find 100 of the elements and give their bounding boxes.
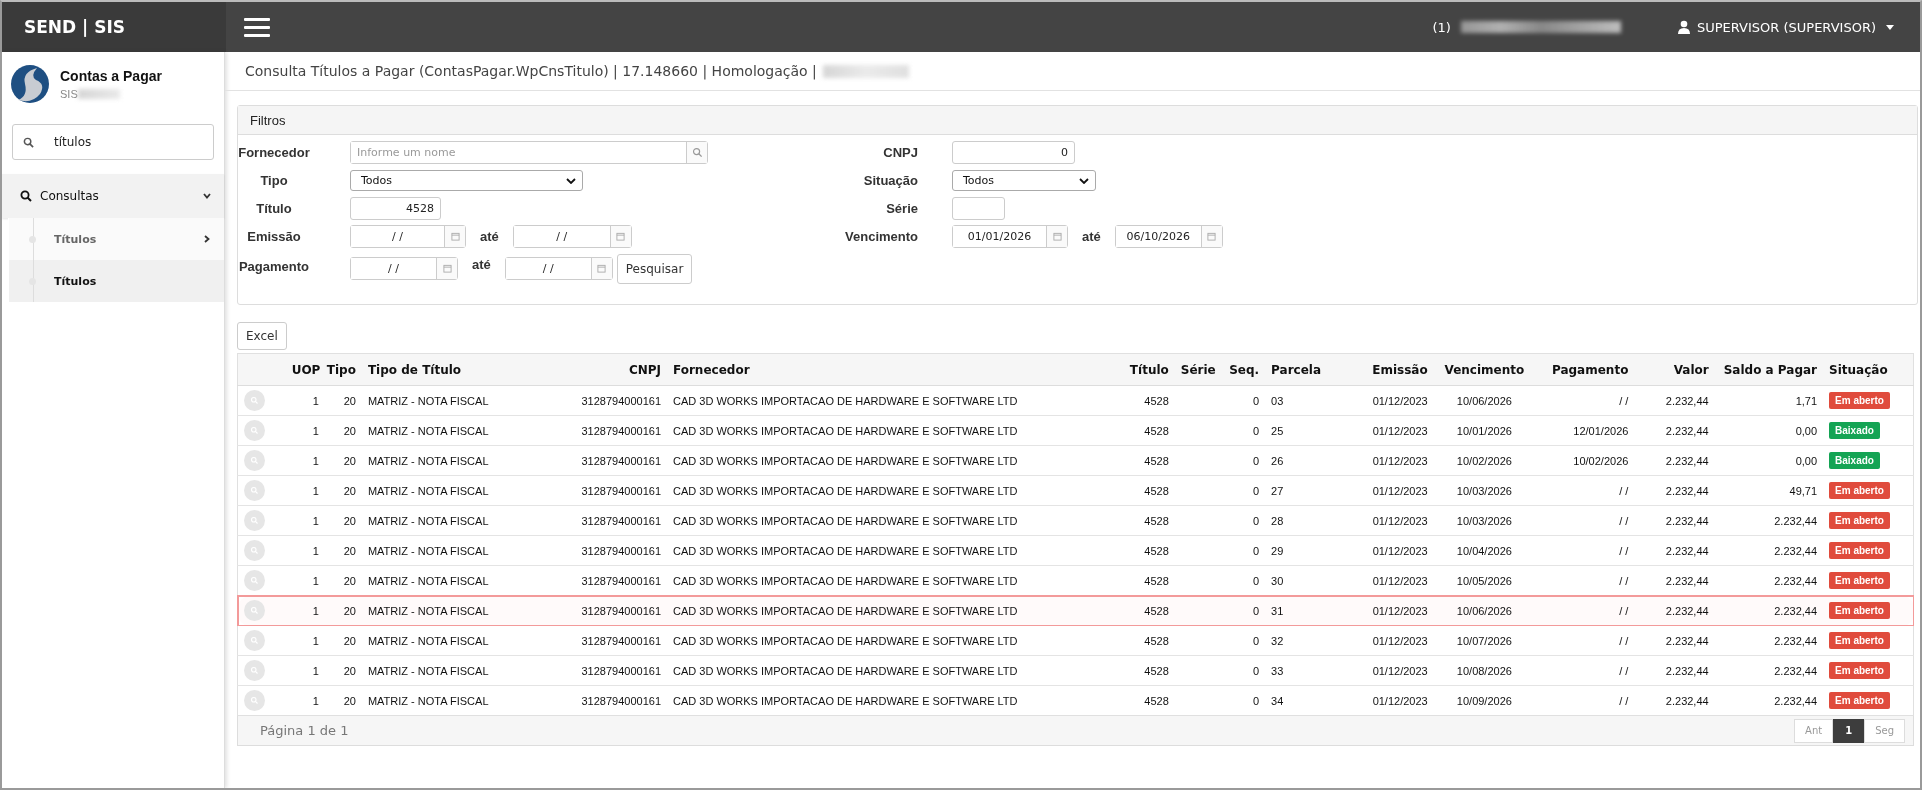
table-cell: 1 — [312, 514, 319, 527]
notification-count: (1) — [1432, 19, 1451, 35]
table-cell: 31 — [1271, 604, 1284, 617]
field-label: Emissão — [246, 229, 302, 244]
search-icon — [250, 486, 259, 495]
table-row[interactable]: 1 20 MATRIZ - NOTA FISCAL 3128794000161 CAD 3D WORKS IMPORTACAO DE HARDWARE E SOFTWARE LTD 4528 0 27 01/12/2023 10/03/2026 / / 2.232,44 49,71 Em aberto — [237, 475, 1914, 506]
user-icon — [1676, 20, 1691, 34]
table-cell: 27 — [1271, 484, 1284, 497]
table-cell: MATRIZ - NOTA FISCAL — [367, 604, 489, 617]
date-field[interactable]: / / — [512, 225, 632, 248]
table-cell: 0 — [1253, 544, 1260, 557]
menu-group[interactable]: Consultas — [2, 174, 224, 218]
table-cell: 1,71 — [1795, 394, 1818, 407]
table-cell: 01/12/2023 — [1372, 664, 1428, 677]
cnpj-field[interactable]: 0 — [952, 141, 1075, 164]
view-button[interactable] — [244, 480, 265, 501]
table-row[interactable]: 1 20 MATRIZ - NOTA FISCAL 3128794000161 CAD 3D WORKS IMPORTACAO DE HARDWARE E SOFTWARE LTD 4528 0 30 01/12/2023 10/05/2026 / / 2.232,44 2.232,44 Em aberto — [237, 565, 1914, 596]
date-field[interactable]: / / — [350, 225, 466, 248]
date-field[interactable]: 01/01/2026 — [952, 225, 1068, 248]
page-button[interactable]: 1 — [1833, 718, 1865, 743]
title-number-field[interactable]: 4528 — [350, 197, 441, 220]
view-button[interactable] — [244, 600, 265, 621]
menu-search-field[interactable]: títulos — [12, 124, 214, 160]
date-field[interactable]: 06/10/2026 — [1114, 225, 1223, 248]
blurred-text — [77, 89, 120, 99]
table-row[interactable]: 1 20 MATRIZ - NOTA FISCAL 3128794000161 CAD 3D WORKS IMPORTACAO DE HARDWARE E SOFTWARE LTD 4528 0 32 01/12/2023 10/07/2026 / / 2.232,44 2.232,44 Em aberto — [237, 625, 1914, 656]
calendar-icon — [597, 264, 607, 273]
view-button[interactable] — [244, 420, 265, 441]
table-cell: 1 — [312, 694, 319, 707]
table-cell: 2.232,44 — [1665, 454, 1709, 467]
table-cell: CAD 3D WORKS IMPORTACAO DE HARDWARE E SOFTWARE LTD — [673, 544, 1018, 557]
column-header: CNPJ — [568, 353, 665, 386]
table-cell: 2.232,44 — [1665, 574, 1709, 587]
column-header: UOP — [287, 353, 323, 386]
view-button[interactable] — [244, 540, 265, 561]
table-row[interactable]: 1 20 MATRIZ - NOTA FISCAL 3128794000161 CAD 3D WORKS IMPORTACAO DE HARDWARE E SOFTWARE LTD 4528 0 28 01/12/2023 10/03/2026 / / 2.232,44 2.232,44 Em aberto — [237, 505, 1914, 536]
search-icon — [250, 666, 259, 675]
table-cell: 2.232,44 — [1665, 664, 1709, 677]
table-cell: 01/12/2023 — [1372, 394, 1428, 407]
table-cell: 1 — [312, 394, 319, 407]
module-subtitle: SIS — [60, 88, 78, 100]
date-field[interactable]: / / — [504, 257, 613, 280]
date-field[interactable]: / / — [350, 257, 458, 280]
table-cell: 33 — [1271, 664, 1284, 677]
search-icon — [250, 576, 259, 585]
table-cell: 2.232,44 — [1665, 514, 1709, 527]
table-cell: 10/07/2026 — [1456, 634, 1512, 647]
calendar-icon — [616, 232, 626, 241]
table-row[interactable]: 1 20 MATRIZ - NOTA FISCAL 3128794000161 CAD 3D WORKS IMPORTACAO DE HARDWARE E SOFTWARE LTD 4528 0 29 01/12/2023 10/04/2026 / / 2.232,44 2.232,44 Em aberto — [237, 535, 1914, 566]
table-cell: 4528 — [1144, 574, 1169, 587]
view-button[interactable] — [244, 450, 265, 471]
status-select[interactable]: Todos — [952, 170, 1096, 191]
table-row[interactable]: 1 20 MATRIZ - NOTA FISCAL 3128794000161 CAD 3D WORKS IMPORTACAO DE HARDWARE E SOFTWARE LTD 4528 0 03 01/12/2023 10/06/2026 / / 2.232,44 1,71 Em aberto — [237, 385, 1914, 416]
view-button[interactable] — [244, 390, 265, 411]
table-cell: CAD 3D WORKS IMPORTACAO DE HARDWARE E SOFTWARE LTD — [673, 484, 1018, 497]
table-cell: 4528 — [1144, 514, 1169, 527]
search-button[interactable]: Pesquisar — [616, 254, 693, 284]
table-cell: 2.232,44 — [1665, 604, 1709, 617]
table-cell: 2.232,44 — [1665, 694, 1709, 707]
table-cell: 10/01/2026 — [1456, 424, 1512, 437]
table-cell: 3128794000161 — [581, 634, 661, 647]
table-cell: / / — [1619, 694, 1629, 707]
table-cell: 0,00 — [1795, 424, 1818, 437]
table-cell: CAD 3D WORKS IMPORTACAO DE HARDWARE E SOFTWARE LTD — [673, 514, 1018, 527]
menu-item[interactable]: Títulos — [9, 260, 224, 302]
table-cell: 0 — [1253, 694, 1260, 707]
table-cell: 49,71 — [1789, 484, 1818, 497]
view-button[interactable] — [244, 570, 265, 591]
table-cell: 20 — [343, 454, 356, 467]
type-select[interactable]: Todos — [350, 170, 583, 191]
table-cell: 2.232,44 — [1665, 484, 1709, 497]
module-logo-icon — [10, 64, 50, 104]
view-button[interactable] — [244, 510, 265, 531]
series-field[interactable] — [952, 197, 1005, 220]
table-cell: / / — [1619, 634, 1629, 647]
table-cell: 10/06/2026 — [1456, 394, 1512, 407]
table-cell: 3128794000161 — [581, 514, 661, 527]
table-cell: 3128794000161 — [581, 664, 661, 677]
field-label: Fornecedor — [238, 145, 310, 160]
table-cell: / / — [1619, 574, 1629, 587]
table-cell: 3128794000161 — [581, 694, 661, 707]
search-icon — [250, 606, 259, 615]
table-row[interactable]: 1 20 MATRIZ - NOTA FISCAL 3128794000161 CAD 3D WORKS IMPORTACAO DE HARDWARE E SOFTWARE LTD 4528 0 33 01/12/2023 10/08/2026 / / 2.232,44 2.232,44 Em aberto — [237, 655, 1914, 686]
column-header: Tipo de Título — [359, 353, 569, 386]
status-badge: Em aberto — [1829, 632, 1890, 649]
table-cell: 4528 — [1144, 694, 1169, 707]
table-row[interactable]: 1 20 MATRIZ - NOTA FISCAL 3128794000161 CAD 3D WORKS IMPORTACAO DE HARDWARE E SOFTWARE LTD 4528 0 34 01/12/2023 10/09/2026 / / 2.232,44 2.232,44 Em aberto — [237, 685, 1914, 716]
table-row[interactable]: 1 20 MATRIZ - NOTA FISCAL 3128794000161 CAD 3D WORKS IMPORTACAO DE HARDWARE E SOFTWARE LTD 4528 0 26 01/12/2023 10/02/2026 10/02/2026 2.232,44 0,00 Baixado — [237, 445, 1914, 476]
excel-button[interactable]: Excel — [237, 322, 287, 350]
view-button[interactable] — [244, 660, 265, 681]
view-button[interactable] — [244, 630, 265, 651]
table-cell: 01/12/2023 — [1372, 604, 1428, 617]
table-row[interactable]: 1 20 MATRIZ - NOTA FISCAL 3128794000161 CAD 3D WORKS IMPORTACAO DE HARDWARE E SOFTWARE LTD 4528 0 25 01/12/2023 10/01/2026 12/01/2026 2.232,44 0,00 Baixado — [237, 415, 1914, 446]
table-row[interactable]: 1 20 MATRIZ - NOTA FISCAL 3128794000161 CAD 3D WORKS IMPORTACAO DE HARDWARE E SOFTWARE LTD 4528 0 31 01/12/2023 10/06/2026 / / 2.232,44 2.232,44 Em aberto — [237, 595, 1914, 626]
table-cell: 1 — [312, 664, 319, 677]
menu-item[interactable]: Títulos — [9, 218, 224, 260]
view-button[interactable] — [244, 690, 265, 711]
user-menu[interactable]: SUPERVISOR (SUPERVISOR) — [1670, 18, 1900, 36]
table-cell: 2.232,44 — [1774, 544, 1818, 557]
table-cell: 3128794000161 — [581, 574, 661, 587]
